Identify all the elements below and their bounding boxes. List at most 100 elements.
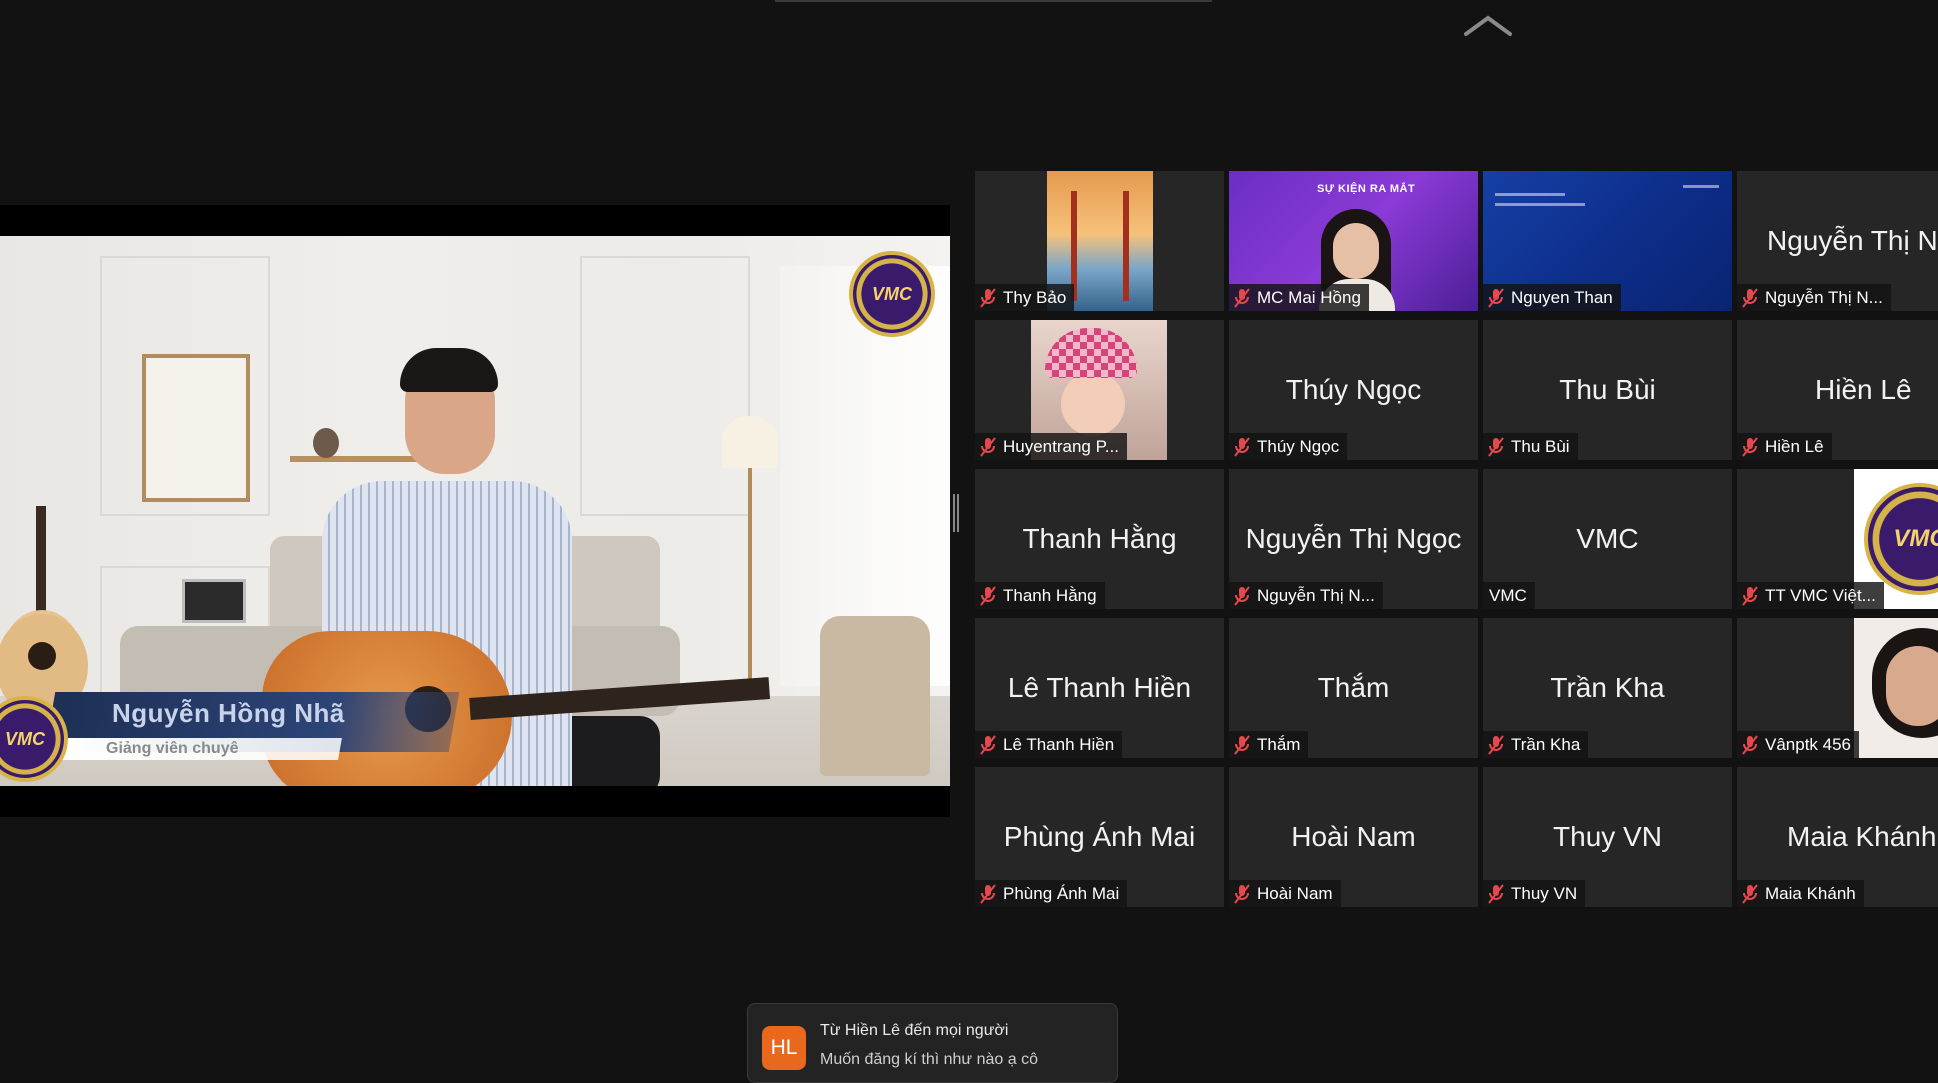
- slide-text-line: [1495, 203, 1585, 206]
- participant-name: VMC: [1489, 585, 1527, 605]
- logo-text: VMC: [5, 728, 45, 749]
- mic-off-icon: [1234, 287, 1250, 308]
- mic-off-icon: [1234, 585, 1250, 606]
- participant-tile[interactable]: Huyentrang P...: [975, 320, 1224, 460]
- participant-label: TT VMC Việt...: [1737, 582, 1884, 609]
- alarm-clock: [313, 428, 339, 458]
- mic-off-icon: [1234, 883, 1250, 904]
- participant-label: Nguyen Than: [1483, 284, 1621, 311]
- participant-tile[interactable]: Thy Bảo: [975, 171, 1224, 311]
- participant-display-name: Nguyễn Thị N: [1767, 225, 1938, 256]
- mic-off-icon: [1742, 585, 1758, 606]
- presenter-name: Nguyễn Hồng Nhã: [112, 698, 345, 728]
- participant-tile[interactable]: Thu Bùi Thu Bùi: [1483, 320, 1732, 460]
- participant-tile[interactable]: Thúy Ngọc Thúy Ngọc: [1229, 320, 1478, 460]
- participant-tile[interactable]: Trần Kha Trần Kha: [1483, 618, 1732, 758]
- participant-label: Hiền Lê: [1737, 433, 1832, 460]
- mic-off-icon: [1742, 436, 1758, 457]
- participant-display-name: Nguyễn Thị Ngọc: [1245, 523, 1462, 554]
- participant-label: Vânptk 456: [1737, 731, 1860, 758]
- mic-off-icon: [1488, 734, 1504, 755]
- participant-name: MC Mai Hồng: [1257, 287, 1361, 307]
- participant-display-name: Phùng Ánh Mai: [1003, 821, 1196, 852]
- participant-gallery: Thy Bảo SỰ KIỆN RA MẮT MC Mai Hồng Nguye…: [975, 171, 1938, 911]
- participant-display-name: Hiền Lê: [1815, 374, 1912, 405]
- presenter-title: Giảng viên chuyê: [106, 740, 239, 757]
- mic-off-icon: [1234, 734, 1250, 755]
- top-divider: [775, 0, 1212, 2]
- participant-name: Hiền Lê: [1765, 436, 1824, 456]
- participant-tile[interactable]: Nguyễn Thị Ngọc Nguyễn Thị N...: [1229, 469, 1478, 609]
- participant-label: Maia Khánh: [1737, 880, 1864, 907]
- participant-label: VMC: [1483, 582, 1535, 609]
- participant-tile[interactable]: VMC TT VMC Việt...: [1737, 469, 1938, 609]
- participant-tile[interactable]: Phùng Ánh Mai Phùng Ánh Mai: [975, 767, 1224, 907]
- participant-tile[interactable]: Vânptk 456: [1737, 618, 1938, 758]
- chat-notification[interactable]: HL Từ Hiền Lê đến mọi người Muốn đăng kí…: [747, 1003, 1118, 1083]
- chat-message: Muốn đăng kí thì như nào ạ cô: [820, 1051, 1038, 1068]
- mic-off-icon: [980, 585, 996, 606]
- participant-label: Nguyễn Thị N...: [1737, 284, 1891, 311]
- participant-display-name: Thúy Ngọc: [1285, 374, 1422, 405]
- split-view-handle[interactable]: [953, 494, 959, 532]
- mic-off-icon: [1488, 436, 1504, 457]
- blanket: [820, 616, 930, 776]
- participant-label: Nguyễn Thị N...: [1229, 582, 1383, 609]
- vmc-logo-icon: VMC: [1864, 483, 1938, 595]
- participant-label: Thanh Hằng: [975, 582, 1105, 609]
- slide-text-line: [1683, 185, 1719, 188]
- participant-name: Huyentrang P...: [1003, 436, 1119, 456]
- event-banner: SỰ KIỆN RA MẮT: [1317, 183, 1416, 195]
- shared-video: Nguyễn Hồng Nhã Giảng viên chuyê VMC VMC: [0, 236, 950, 786]
- participant-tile-active-speaker[interactable]: SỰ KIỆN RA MẮT MC Mai Hồng: [1229, 171, 1478, 311]
- participant-tile[interactable]: Thanh Hằng Thanh Hằng: [975, 469, 1224, 609]
- participant-tile[interactable]: Thắm Thắm: [1229, 618, 1478, 758]
- shared-screen: Nguyễn Hồng Nhã Giảng viên chuyê VMC VMC: [0, 205, 950, 817]
- participant-tile[interactable]: Nguyen Than: [1483, 171, 1732, 311]
- participant-tile[interactable]: Nguyễn Thị N Nguyễn Thị N...: [1737, 171, 1938, 311]
- participant-display-name: Lê Thanh Hiền: [1007, 672, 1192, 703]
- participant-tile[interactable]: VMC VMC: [1483, 469, 1732, 609]
- participant-label: Hoài Nam: [1229, 880, 1341, 907]
- wall-art: [142, 354, 250, 502]
- floor-lamp: [722, 416, 778, 468]
- logo-text: VMC: [1893, 525, 1938, 552]
- participant-name: Nguyen Than: [1511, 287, 1613, 307]
- mic-off-icon: [1742, 883, 1758, 904]
- participant-display-name: VMC: [1576, 523, 1639, 554]
- chat-sender: Từ Hiền Lê đến mọi người: [820, 1022, 1009, 1039]
- participant-display-name: Thu Bùi: [1559, 374, 1656, 405]
- baby-hat: [1045, 328, 1137, 378]
- mic-off-icon: [1488, 883, 1504, 904]
- participant-display-name: Thuy VN: [1553, 821, 1662, 852]
- participant-label: Phùng Ánh Mai: [975, 880, 1128, 907]
- mic-off-icon: [1742, 287, 1758, 308]
- participant-label: Thuy VN: [1483, 880, 1586, 907]
- participant-display-name: Thanh Hằng: [1022, 523, 1177, 554]
- participant-name: Thy Bảo: [1003, 287, 1067, 307]
- participant-name: Nguyễn Thị N...: [1765, 287, 1883, 307]
- mic-off-icon: [1742, 734, 1758, 755]
- mic-off-icon: [980, 436, 996, 457]
- participant-tile[interactable]: Hiền Lê Hiền Lê: [1737, 320, 1938, 460]
- participant-display-name: Thắm: [1317, 672, 1390, 703]
- participant-name: Thuy VN: [1511, 883, 1578, 903]
- avatar: HL: [762, 1026, 806, 1070]
- mic-off-icon: [1234, 436, 1250, 457]
- participant-tile[interactable]: Lê Thanh Hiền Lê Thanh Hiền: [975, 618, 1224, 758]
- participant-name: Phùng Ánh Mai: [1003, 883, 1120, 903]
- participant-name: Trần Kha: [1511, 734, 1581, 754]
- chevron-up-icon[interactable]: [1462, 12, 1514, 38]
- participant-display-name: Trần Kha: [1550, 672, 1665, 703]
- baby-face: [1061, 372, 1125, 436]
- vmc-logo-icon: VMC: [849, 251, 935, 337]
- participant-name: Hoài Nam: [1257, 883, 1333, 903]
- wall-shelf: [290, 456, 420, 462]
- participant-name: Maia Khánh: [1765, 883, 1856, 903]
- participant-label: Thu Bùi: [1483, 433, 1578, 460]
- participant-name: Thu Bùi: [1511, 436, 1570, 456]
- participant-tile[interactable]: Maia Khánh Maia Khánh: [1737, 767, 1938, 907]
- participant-tile[interactable]: Hoài Nam Hoài Nam: [1229, 767, 1478, 907]
- participant-tile[interactable]: Thuy VN Thuy VN: [1483, 767, 1732, 907]
- participant-label: Thy Bảo: [975, 284, 1075, 311]
